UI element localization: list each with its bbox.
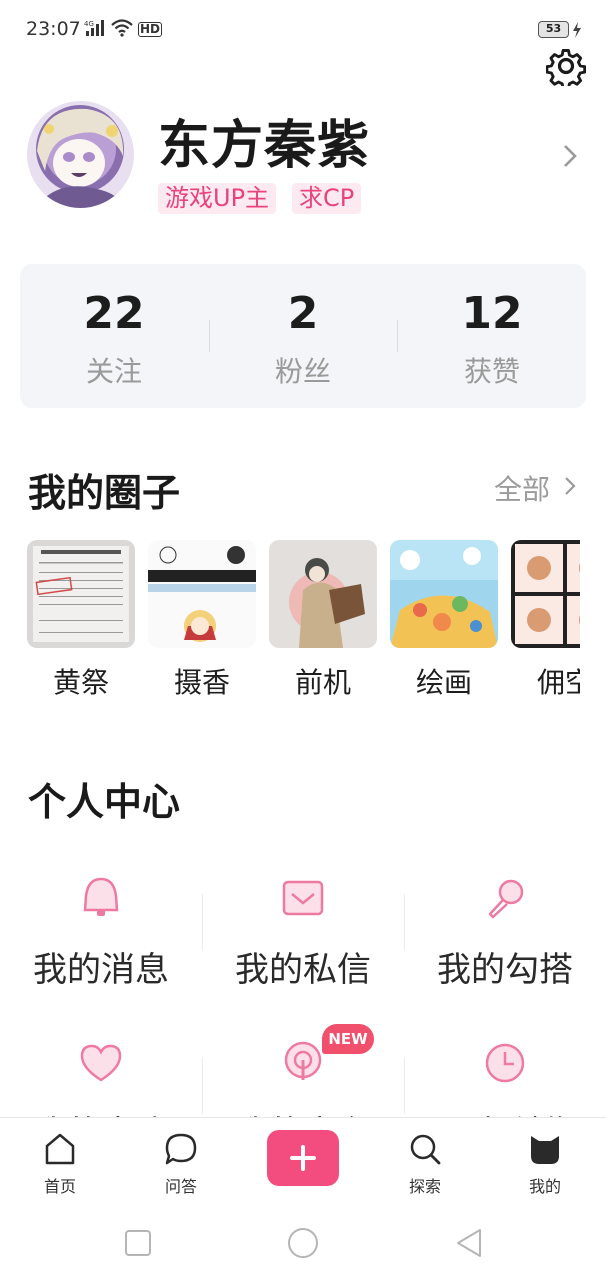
- circle-thumbnail: [148, 540, 256, 648]
- circle-thumbnail: [27, 540, 135, 648]
- stat-label: 关注: [85, 355, 142, 388]
- status-indicators: 4G HD: [84, 19, 163, 37]
- stat-label: 粉丝: [274, 355, 331, 388]
- plus-icon: [290, 1145, 316, 1171]
- home-button-icon[interactable]: [286, 1226, 320, 1260]
- hd-voice-indicator: HD: [138, 22, 163, 37]
- section-title-personal-center: 个人中心: [28, 780, 181, 824]
- recent-apps-icon[interactable]: [121, 1226, 155, 1260]
- stat-followers[interactable]: 2 粉丝: [209, 264, 397, 408]
- stat-value: 22: [83, 288, 145, 339]
- tab-me[interactable]: 我的: [500, 1118, 590, 1210]
- menu-item-label: 我的勾搭: [437, 950, 573, 990]
- chevron-right-icon[interactable]: [564, 476, 576, 496]
- signal-icon: 4G: [84, 20, 104, 36]
- tab-qa[interactable]: 问答: [136, 1118, 226, 1210]
- username: 东方秦紫: [158, 116, 371, 176]
- circle-label: 前机: [294, 666, 351, 699]
- stat-value: 2: [287, 288, 319, 339]
- back-icon[interactable]: [452, 1226, 486, 1260]
- section-title-circles: 我的圈子: [28, 471, 181, 515]
- circle-label: 佣空: [536, 666, 580, 699]
- battery-indicator: 53: [538, 21, 569, 38]
- tab-explore[interactable]: 探索: [380, 1118, 470, 1210]
- svg-text:4G: 4G: [84, 20, 94, 28]
- circle-thumbnail: [511, 540, 580, 648]
- tab-label: 我的: [528, 1177, 561, 1196]
- profile-tag: 游戏UP主: [158, 183, 277, 214]
- circle-label: 绘画: [415, 666, 472, 699]
- stat-following[interactable]: 22 关注: [20, 264, 208, 408]
- home-icon: [45, 1133, 75, 1165]
- circle-item[interactable]: 黄祭: [27, 540, 135, 700]
- stat-label: 获赞: [463, 355, 520, 388]
- radio-icon: [284, 1041, 322, 1080]
- heart-icon: [80, 1044, 122, 1082]
- tab-label: 问答: [164, 1177, 197, 1196]
- chevron-right-icon[interactable]: [561, 143, 579, 169]
- charging-icon: [573, 22, 581, 38]
- stats-card: 22 关注 2 粉丝 12 获赞: [20, 264, 586, 408]
- status-bar: 23:07 4G HD 53: [0, 0, 606, 62]
- circle-item[interactable]: 佣空: [511, 540, 580, 700]
- circle-label: 摄香: [173, 666, 230, 699]
- stat-likes[interactable]: 12 获赞: [398, 264, 586, 408]
- system-navigation-bar: [0, 1209, 606, 1280]
- bell-icon: [83, 877, 119, 916]
- new-badge: NEW: [322, 1024, 374, 1054]
- circle-label: 黄祭: [52, 666, 109, 699]
- envelope-icon: [282, 880, 324, 916]
- menu-item-hookups[interactable]: 我的勾搭: [404, 874, 606, 1024]
- tab-label: 首页: [43, 1177, 76, 1196]
- circles-carousel[interactable]: 黄祭 摄香 前机 绘画 佣空: [0, 530, 580, 710]
- menu-item-label: 我的消息: [33, 950, 169, 990]
- tab-home[interactable]: 首页: [15, 1118, 105, 1210]
- search-icon: [410, 1134, 441, 1165]
- circle-thumbnail: [269, 540, 377, 648]
- status-time: 23:07: [26, 18, 81, 40]
- cat-face-icon: [531, 1136, 559, 1164]
- wifi-icon: [111, 19, 133, 37]
- post-button[interactable]: [267, 1130, 339, 1186]
- circle-item[interactable]: 前机: [269, 540, 377, 700]
- microphone-icon: [488, 879, 524, 919]
- see-all-link[interactable]: 全部: [494, 468, 550, 508]
- tab-label: 探索: [408, 1177, 441, 1196]
- stat-value: 12: [461, 288, 523, 339]
- circle-thumbnail: [390, 540, 498, 648]
- settings-gear-icon[interactable]: [546, 46, 586, 86]
- profile-tag: 求CP: [292, 183, 362, 214]
- circle-item[interactable]: 摄香: [148, 540, 256, 700]
- menu-item-label: 我的私信: [235, 950, 371, 990]
- clock-icon: [485, 1043, 525, 1083]
- menu-item-private-messages[interactable]: 我的私信: [202, 874, 404, 1024]
- circle-item[interactable]: 绘画: [390, 540, 498, 700]
- avatar[interactable]: [27, 101, 134, 208]
- menu-item-messages[interactable]: 我的消息: [0, 874, 202, 1024]
- chat-bubble-icon: [165, 1133, 197, 1165]
